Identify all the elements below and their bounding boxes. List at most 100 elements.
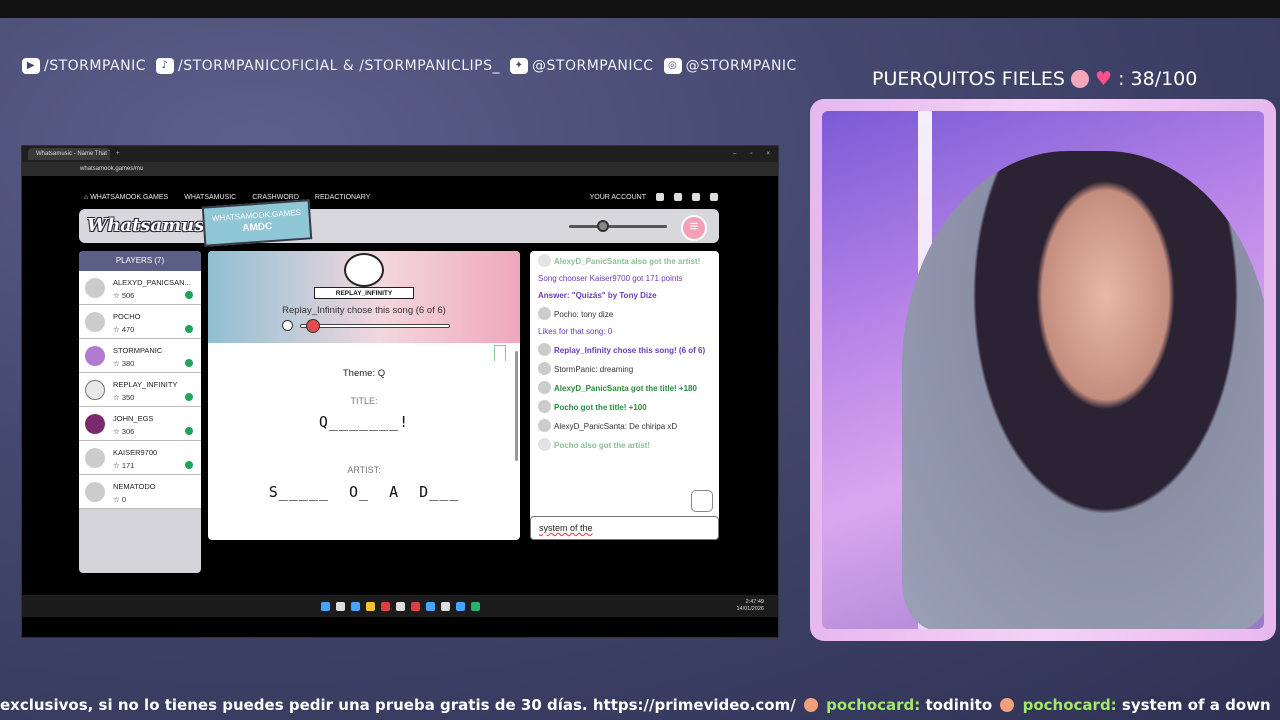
player-name: REPLAY_INFINITY — [113, 380, 178, 389]
audio-progress-knob[interactable] — [305, 319, 320, 333]
taskbar-clock[interactable]: 2:47:49 14/01/2026 — [736, 599, 764, 613]
player-row[interactable]: POCHO ☆ 470 — [79, 305, 201, 339]
star-icon: ☆ — [113, 427, 122, 436]
chrome-icon[interactable] — [470, 601, 480, 611]
discord-icon[interactable] — [710, 193, 718, 201]
app-icon[interactable] — [395, 601, 405, 611]
players-header: PLAYERS (7) — [79, 251, 201, 271]
social-youtube: ▶/STORMPANIC — [22, 58, 146, 74]
check-icon — [185, 427, 193, 435]
chooser-text: Replay_Infinity chose this song (6 of 6) — [282, 305, 446, 316]
webcam-frame — [810, 99, 1276, 641]
chooser-avatar — [344, 253, 384, 287]
maximize-button[interactable]: ▫ — [750, 151, 752, 157]
check-icon — [185, 325, 193, 333]
check-icon — [185, 393, 193, 401]
player-name: STORMPANIC — [113, 346, 163, 355]
star-icon: ☆ — [113, 325, 122, 334]
title-label: TITLE: — [350, 396, 378, 406]
hearts-icon: ♥ — [1094, 68, 1113, 90]
player-row[interactable]: REPLAY_INFINITY ☆ 350 — [79, 373, 201, 407]
nav-whatsamusic-link[interactable]: WHATSAMUSIC — [184, 194, 236, 201]
nav-right: YOUR ACCOUNT — [590, 193, 718, 201]
star-icon: ☆ — [113, 291, 122, 300]
chat-message: AlexyD_PanicSanta also got the artist! — [530, 251, 719, 270]
artist-label: ARTIST: — [347, 465, 381, 475]
volume-slider-knob[interactable] — [597, 220, 610, 232]
tab-strip: Whatsamusic - Name That Tu... + – ▫ × — [22, 146, 778, 162]
player-name: NEMATODO — [113, 482, 156, 491]
menu-button[interactable]: ≡ — [681, 215, 707, 241]
chat-message: Answer: "Quizás" by Tony Dize — [538, 291, 657, 300]
taskbar-time: 2:47:49 — [745, 599, 764, 605]
audio-progress-track[interactable] — [300, 324, 450, 328]
player-row[interactable]: KAISER9700 ☆ 171 — [79, 441, 201, 475]
chat-message: Song chooser Kaiser9700 got 171 points — [538, 274, 683, 283]
player-score: ☆ 380 — [113, 359, 135, 368]
instagram-icon[interactable] — [674, 193, 682, 201]
minimize-button[interactable]: – — [733, 151, 736, 157]
chat-avatar — [538, 362, 551, 375]
player-row[interactable]: STORMPANIC ☆ 380 — [79, 339, 201, 373]
bookmark-icon[interactable] — [494, 345, 506, 361]
tiktok-icon[interactable] — [692, 193, 700, 201]
game-panel: REPLAY_INFINITY Replay_Infinity chose th… — [208, 251, 520, 540]
nav-home-link[interactable]: ⌂ WHATSAMOOK.GAMES — [84, 194, 168, 201]
audio-player — [282, 319, 450, 333]
close-window-button[interactable]: × — [766, 151, 770, 157]
play-button[interactable] — [282, 320, 293, 331]
player-score: ☆ 171 — [113, 461, 135, 470]
player-avatar — [85, 380, 105, 400]
hamburger-icon: ≡ — [689, 218, 699, 235]
ticker-message: system of a down — [1121, 696, 1271, 714]
follower-goal-label: PUERQUITOS FIELES — [872, 68, 1065, 90]
check-icon — [185, 461, 193, 469]
tiktok-icon: ♪ — [155, 58, 174, 74]
new-tab-button[interactable]: + — [116, 151, 120, 157]
browser-window: Whatsamusic - Name That Tu... + – ▫ × wh… — [21, 145, 779, 638]
room-badge: WHATSAMOOK.GAMES AMDC — [201, 199, 313, 247]
social-tiktok: ♪/STORMPANICOFICIAL & /STORMPANICLIPS_ — [155, 58, 500, 74]
file-explorer-icon[interactable] — [365, 601, 375, 611]
chat-avatar — [538, 438, 551, 451]
player-avatar — [85, 482, 105, 502]
task-view-icon[interactable] — [350, 601, 360, 611]
pig-icon — [1070, 70, 1089, 88]
chat-message: Pocho also got the artist! — [530, 435, 719, 454]
ticker-nick: pochocard: — [1022, 696, 1117, 714]
app-icon[interactable] — [440, 601, 450, 611]
webcam-feed — [822, 111, 1264, 629]
title-blanks: Q_______! — [318, 413, 410, 431]
app-icon[interactable] — [380, 601, 390, 611]
twitter-icon[interactable] — [656, 193, 664, 201]
like-button[interactable] — [691, 490, 713, 512]
address-bar[interactable]: whatsamook.games/mu — [22, 162, 778, 176]
player-row[interactable]: NEMATODO ☆ 0 — [79, 475, 201, 509]
player-name: JOHN_EGS — [113, 414, 154, 423]
window-controls: – ▫ × — [733, 151, 778, 157]
brave-icon[interactable] — [410, 601, 420, 611]
player-row[interactable]: ALEXYD_PANICSAN... ☆ 506 — [79, 271, 201, 305]
streamer — [902, 151, 1264, 629]
nav-crashword-link[interactable]: CRASHWORD — [252, 194, 299, 201]
emote-icon — [803, 698, 818, 712]
player-row[interactable]: JOHN_EGS ☆ 306 — [79, 407, 201, 441]
chat-input[interactable]: system of the — [530, 516, 719, 540]
volume-slider[interactable] — [569, 220, 667, 232]
player-score: ☆ 350 — [113, 393, 135, 402]
nav-redactionary-link[interactable]: REDACTIONARY — [315, 194, 371, 201]
your-account-link[interactable]: YOUR ACCOUNT — [590, 194, 646, 201]
web-page: ⌂ WHATSAMOOK.GAMES WHATSAMUSIC CRASHWORD… — [22, 177, 778, 617]
steam-icon[interactable] — [425, 601, 435, 611]
top-black-bar — [0, 0, 1280, 18]
twitter-icon: ✦ — [510, 58, 529, 74]
ticker-message: todinito — [925, 696, 993, 714]
windows-start-icon[interactable] — [320, 601, 330, 611]
player-name: ALEXYD_PANICSAN... — [113, 278, 191, 287]
search-icon[interactable] — [335, 601, 345, 611]
follower-goal: PUERQUITOS FIELES ♥ : 38/100 — [872, 68, 1197, 90]
game-scrollbar[interactable] — [515, 351, 518, 461]
player-list: ALEXYD_PANICSAN... ☆ 506 POCHO ☆ 470 STORMPA… — [79, 271, 201, 509]
edge-icon[interactable] — [455, 601, 465, 611]
browser-tab[interactable]: Whatsamusic - Name That Tu... — [28, 148, 110, 160]
